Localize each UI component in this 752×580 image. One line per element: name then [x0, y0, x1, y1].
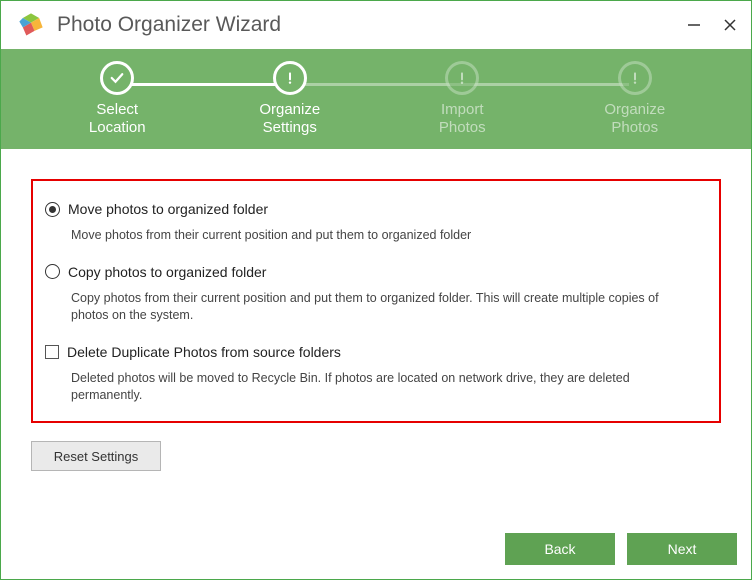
radio-copy[interactable] [45, 264, 60, 279]
back-button[interactable]: Back [505, 533, 615, 565]
step-select-location: SelectLocation [31, 61, 204, 137]
option-label: Move photos to organized folder [68, 201, 268, 217]
exclaim-icon [273, 61, 307, 95]
option-copy: Copy photos to organized folder Copy pho… [45, 264, 699, 324]
step-organize-settings: OrganizeSettings [204, 61, 377, 137]
check-icon [100, 61, 134, 95]
step-label: Photos [439, 119, 486, 136]
option-delete-duplicates: Delete Duplicate Photos from source fold… [45, 344, 699, 404]
next-button[interactable]: Next [627, 533, 737, 565]
window-title: Photo Organizer Wizard [57, 13, 685, 37]
wizard-steps: SelectLocation OrganizeSettings ImportPh… [1, 49, 751, 149]
step-label: Import [441, 101, 484, 118]
option-description: Move photos from their current position … [71, 227, 699, 244]
window-controls [685, 16, 739, 34]
radio-move[interactable] [45, 202, 60, 217]
option-description: Deleted photos will be moved to Recycle … [71, 370, 699, 404]
titlebar: Photo Organizer Wizard [1, 1, 751, 49]
reset-settings-button[interactable]: Reset Settings [31, 441, 161, 471]
exclaim-icon [445, 61, 479, 95]
options-panel: Move photos to organized folder Move pho… [31, 179, 721, 423]
step-organize-photos: OrganizePhotos [549, 61, 722, 137]
content-area: Move photos to organized folder Move pho… [1, 149, 751, 489]
minimize-button[interactable] [685, 16, 703, 34]
option-description: Copy photos from their current position … [71, 290, 699, 324]
option-label: Copy photos to organized folder [68, 264, 266, 280]
close-button[interactable] [721, 16, 739, 34]
exclaim-icon [618, 61, 652, 95]
step-label: Select [96, 101, 138, 118]
step-label: Organize [604, 101, 665, 118]
app-logo-icon [17, 11, 45, 39]
option-label: Delete Duplicate Photos from source fold… [67, 344, 341, 360]
checkbox-delete-duplicates[interactable] [45, 345, 59, 359]
footer-buttons: Back Next [505, 533, 737, 565]
step-label: Organize [259, 101, 320, 118]
option-move: Move photos to organized folder Move pho… [45, 201, 699, 244]
step-label: Photos [611, 119, 658, 136]
step-label: Settings [263, 119, 317, 136]
step-label: Location [89, 119, 146, 136]
step-import-photos: ImportPhotos [376, 61, 549, 137]
